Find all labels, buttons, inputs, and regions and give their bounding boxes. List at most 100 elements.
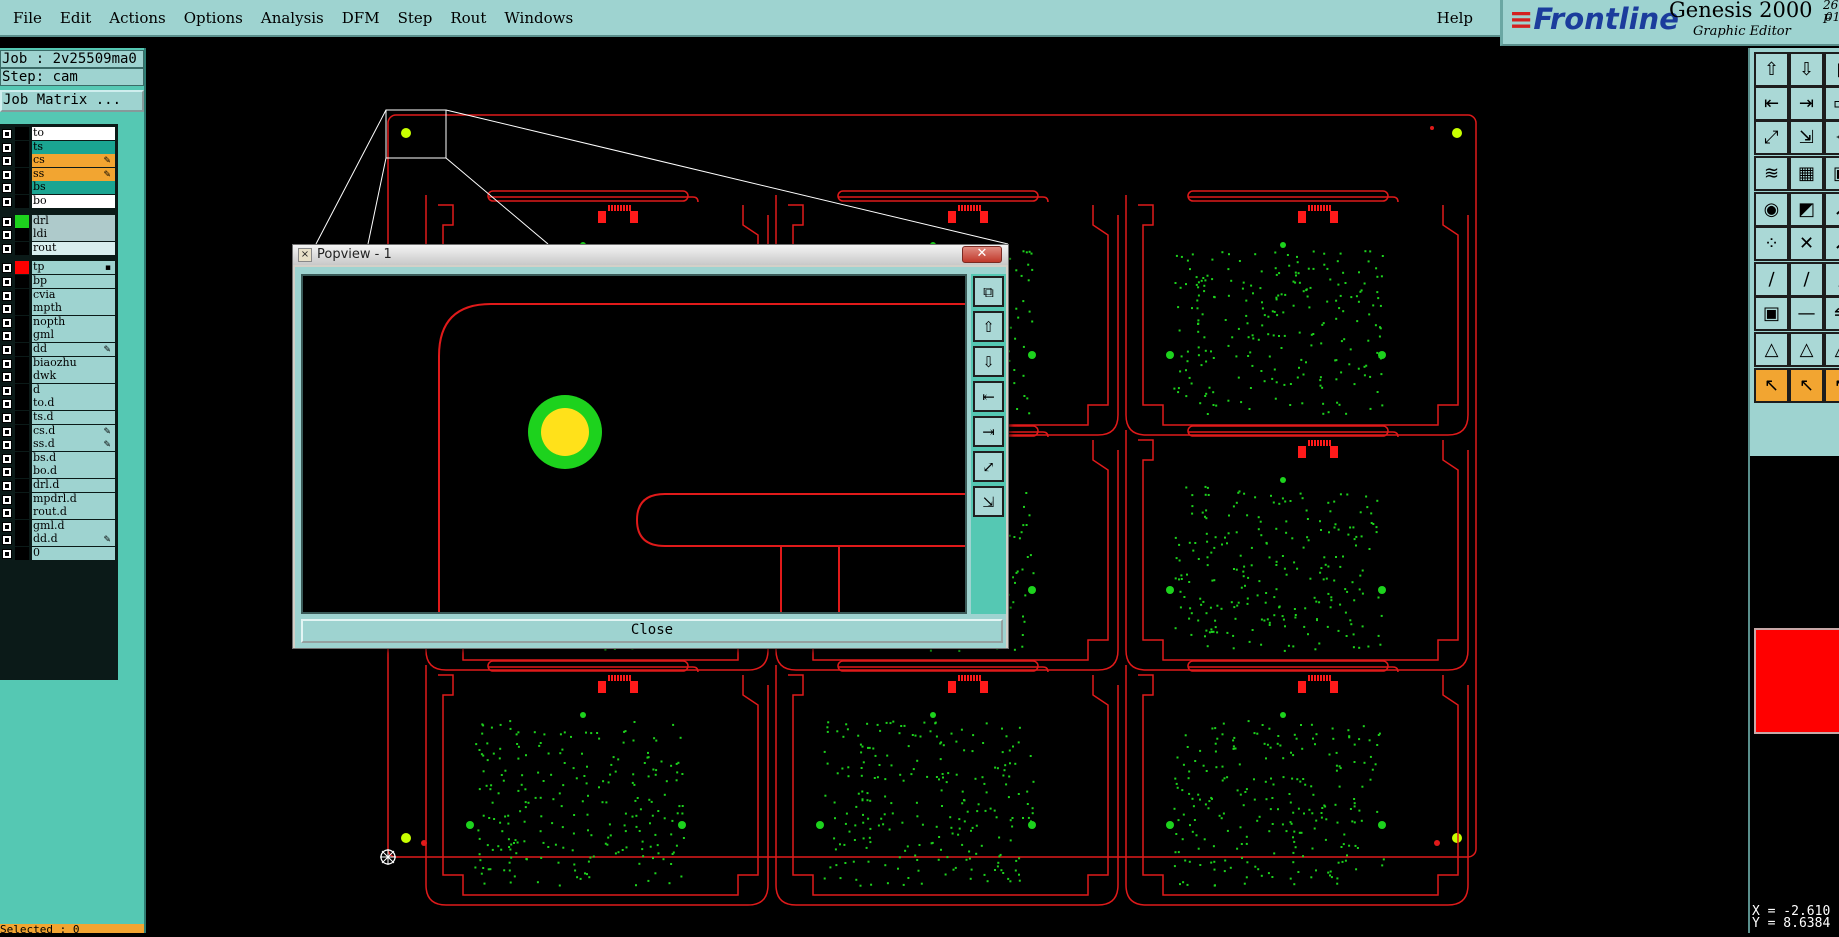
nodes-icon[interactable]: ⁘ [1754,226,1789,261]
layer-name[interactable]: gml [32,329,115,343]
menu-options[interactable]: Options [175,9,252,27]
layer-color-swatch[interactable] [15,154,29,168]
layer-color-swatch[interactable] [15,261,29,275]
layer-name[interactable]: d [32,383,115,397]
layer-name[interactable]: 0 [32,547,115,560]
layer-color-swatch[interactable] [15,140,29,154]
line2-icon[interactable]: ∕ [1789,262,1824,297]
mirror-icon[interactable]: ⇋ [1824,296,1839,331]
layer-name[interactable]: dwk [32,370,115,384]
layer-color-swatch[interactable] [15,181,29,195]
layer-color-swatch[interactable] [15,479,29,492]
layer-checkbox[interactable] [2,481,12,491]
layer-color-swatch[interactable] [15,424,29,438]
zoom-window-icon[interactable]: ⧉ [973,276,1004,307]
menu-analysis[interactable]: Analysis [252,9,333,27]
layer-name[interactable]: to.d [32,397,115,411]
triangle2-icon[interactable]: △ [1789,332,1824,367]
layer-color-swatch[interactable] [15,288,29,302]
job-matrix-button[interactable]: Job Matrix ... [0,90,144,112]
layer-checkbox[interactable] [2,453,12,464]
popview-titlebar[interactable]: × Popview - 1 ✕ [293,245,1008,265]
layer-checkbox[interactable] [2,399,12,410]
triangle-icon[interactable]: △ [1754,332,1789,367]
layer-checkbox[interactable] [2,440,12,451]
layer-checkbox[interactable] [2,290,12,301]
layer-checkbox[interactable] [2,243,12,254]
pointer-active-icon[interactable]: ↖ [1789,368,1824,403]
layer-color-swatch[interactable] [15,167,29,181]
layer-checkbox[interactable] [2,230,12,241]
close-button[interactable]: Close [301,619,1003,643]
cross-icon[interactable]: ✕ [1789,226,1824,261]
triangle3-icon[interactable]: △ [1824,332,1839,367]
layer-name[interactable]: gml.d [32,519,115,533]
zoom-fit-icon[interactable]: ⤢ [1754,120,1789,155]
zoom-in-icon[interactable]: ⤢ [973,451,1004,482]
layer-name[interactable]: cvia [32,288,115,302]
layer-checkbox[interactable] [2,304,12,315]
layer-name[interactable]: drl.d [32,479,115,492]
arrow2-icon[interactable]: ➚ [1824,226,1839,261]
square-icon[interactable]: ▣ [1754,296,1789,331]
zoom-out-icon[interactable]: ⇲ [973,486,1004,517]
pointer2-icon[interactable]: ↖ [1824,368,1839,403]
layer-name[interactable]: ss.d ✎ [32,438,115,452]
layer-name[interactable]: to [32,127,115,140]
layer-color-swatch[interactable] [15,370,29,384]
layer-name[interactable]: bs.d [32,451,115,465]
layer-color-swatch[interactable] [15,506,29,520]
layer-name[interactable]: biaozhu [32,356,115,370]
arrow-icon[interactable]: ➚ [1824,192,1839,227]
layer-name[interactable]: ts [32,140,115,154]
menu-dfm[interactable]: DFM [333,9,389,27]
layer-color-swatch[interactable] [15,343,29,356]
layer-name[interactable]: bp [32,275,115,288]
layer-name[interactable]: ss ✎ [32,167,115,181]
layer-checkbox[interactable] [2,521,12,532]
layer-name[interactable]: nopth [32,315,115,329]
red-icon[interactable]: ▣ [1824,156,1839,191]
layer-color-swatch[interactable] [15,411,29,424]
layer-checkbox[interactable] [2,142,12,153]
align-right-icon[interactable]: ⇥ [1789,86,1824,121]
menu-file[interactable]: File [4,9,51,27]
layer-color-swatch[interactable] [15,127,29,140]
layer-name[interactable]: bs [32,181,115,195]
menu-windows[interactable]: Windows [495,9,582,27]
layer-name[interactable]: dd ✎ [32,343,115,356]
layer-checkbox[interactable] [2,508,12,519]
layer-checkbox[interactable] [2,385,12,396]
zoom-icon[interactable]: ⌖ [1824,120,1839,155]
diag-icon[interactable]: ◩ [1789,192,1824,227]
layer-checkbox[interactable] [2,331,12,342]
menu-help[interactable]: Help [1428,9,1482,27]
layer-color-swatch[interactable] [15,214,29,228]
line-icon[interactable]: ∕ [1754,262,1789,297]
layer-checkbox[interactable] [2,277,12,287]
layer-checkbox[interactable] [2,216,12,227]
layer-checkbox[interactable] [2,549,12,559]
layer-name[interactable]: tp ▪ [32,261,115,275]
popview-canvas[interactable] [301,274,971,616]
layer-checkbox[interactable] [2,129,12,139]
layer-name[interactable]: dd.d ✎ [32,533,115,547]
menu-actions[interactable]: Actions [100,9,174,27]
snap-icon[interactable]: ⇧ [1754,52,1789,87]
layer-color-swatch[interactable] [15,465,29,479]
layer-checkbox[interactable] [2,426,12,437]
layer-color-swatch[interactable] [15,315,29,329]
layer-checkbox[interactable] [2,183,12,194]
layer-checkbox[interactable] [2,494,12,505]
pointer-icon[interactable]: ↖ [1754,368,1789,403]
layer-color-swatch[interactable] [15,519,29,533]
layer-row-0[interactable]: 0 [0,546,118,561]
step-icon[interactable]: ▮ [1824,52,1839,87]
minus-icon[interactable]: — [1789,296,1824,331]
layer-name[interactable]: mpth [32,302,115,316]
move-down-icon[interactable]: ⇩ [1789,52,1824,87]
layer-checkbox[interactable] [2,156,12,167]
layer-row-rout[interactable]: rout [0,241,118,256]
layer-color-swatch[interactable] [15,356,29,370]
menu-edit[interactable]: Edit [51,9,100,27]
